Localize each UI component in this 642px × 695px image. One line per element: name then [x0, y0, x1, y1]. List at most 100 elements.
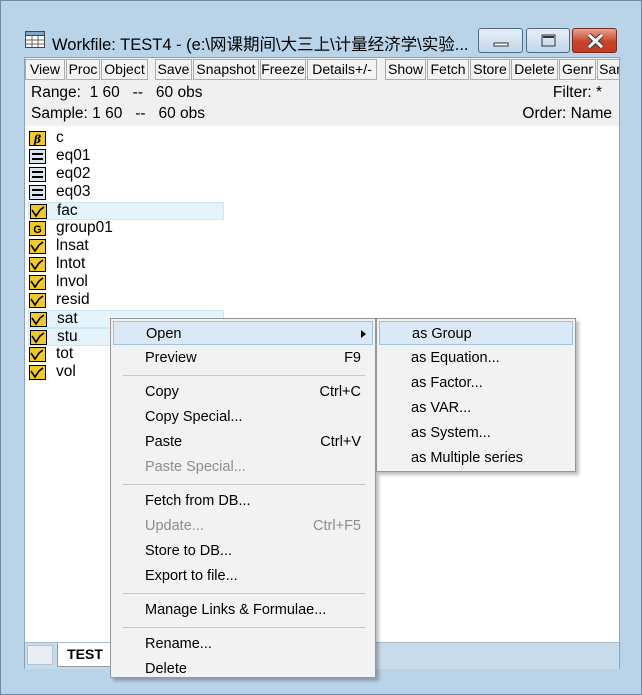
series-icon [29, 275, 46, 290]
menu-item-label: as Group [412, 326, 472, 342]
menu-item-label: as Equation... [411, 350, 500, 366]
submenu-item-as-var[interactable]: as VAR... [379, 396, 573, 420]
menu-item-label: Copy Special... [145, 409, 243, 425]
svg-text:β: β [33, 133, 42, 146]
maximize-button[interactable] [526, 28, 570, 53]
object-name: fac [57, 202, 78, 219]
menu-item-label: Fetch from DB... [145, 493, 251, 509]
range-text: Range: 1 60 -- 60 obs [31, 84, 203, 101]
submenu-item-as-system[interactable]: as System... [379, 421, 573, 445]
menu-item-update: Update... Ctrl+F5 [113, 514, 373, 538]
sample-text: Sample: 1 60 -- 60 obs [31, 105, 206, 122]
menu-item-copy-special[interactable]: Copy Special... [113, 405, 373, 429]
menu-item-label: Paste Special... [145, 459, 246, 475]
menu-item-label: as System... [411, 425, 491, 441]
menu-item-label: Manage Links & Formulae... [145, 602, 327, 618]
series-icon [30, 330, 47, 345]
title-bar[interactable]: Workfile: TEST4 - (e:\网课期间\大三上\计量经济学\实验.… [1, 1, 641, 54]
menu-item-fetch-from-db[interactable]: Fetch from DB... [113, 489, 373, 513]
menu-item-paste-special: Paste Special... [113, 455, 373, 479]
object-button[interactable]: Object [101, 59, 148, 80]
fetch-button[interactable]: Fetch [427, 59, 469, 80]
series-icon [30, 312, 47, 327]
submenu-item-as-group[interactable]: as Group [379, 321, 573, 345]
tab-scroll-control[interactable] [27, 645, 53, 665]
list-item[interactable]: resid [28, 291, 224, 310]
sample-button[interactable]: Sar [597, 59, 619, 80]
list-item[interactable]: lntot [28, 255, 224, 274]
menu-item-label: Paste [145, 434, 183, 450]
menu-item-paste[interactable]: Paste Ctrl+V [113, 430, 373, 454]
equation-icon [29, 167, 46, 182]
menu-item-open[interactable]: Open [113, 321, 373, 345]
object-name: group01 [56, 219, 113, 236]
list-item[interactable]: Ggroup01 [28, 219, 224, 238]
freeze-button[interactable]: Freeze [260, 59, 306, 80]
minimize-button[interactable] [478, 28, 523, 53]
object-name: vol [56, 363, 76, 380]
menu-item-preview[interactable]: Preview F9 [113, 346, 373, 370]
menu-item-copy[interactable]: Copy Ctrl+C [113, 380, 373, 404]
list-item[interactable]: eq02 [28, 165, 224, 184]
details-button[interactable]: Details+/- [307, 59, 377, 80]
submenu-arrow-icon [361, 330, 366, 338]
menu-item-shortcut: Ctrl+F5 [313, 518, 361, 534]
submenu-item-as-multiple-series[interactable]: as Multiple series [379, 446, 573, 470]
menu-item-shortcut: Ctrl+C [319, 384, 362, 400]
menu-item-label: Open [146, 326, 182, 342]
snapshot-button[interactable]: Snapshot [193, 59, 259, 80]
equation-icon [29, 149, 46, 164]
save-button[interactable]: Save [155, 59, 192, 80]
proc-button[interactable]: Proc [66, 59, 100, 80]
menu-item-store-to-db[interactable]: Store to DB... [113, 539, 373, 563]
list-item[interactable]: eq01 [28, 147, 224, 166]
menu-item-delete[interactable]: Delete [113, 657, 373, 681]
filter-text: Filter: * [552, 84, 602, 101]
object-name: tot [56, 345, 74, 362]
object-name: lntot [56, 255, 86, 272]
series-icon [29, 293, 46, 308]
object-name: c [56, 129, 64, 146]
series-icon [30, 204, 47, 219]
genr-button[interactable]: Genr [559, 59, 596, 80]
toolbar: View Proc Object Save Snapshot Freeze De… [25, 58, 619, 83]
menu-item-label: as VAR... [411, 400, 472, 416]
object-name: stu [57, 328, 78, 345]
menu-item-rename[interactable]: Rename... [113, 632, 373, 656]
order-text: Order: Name [522, 105, 612, 122]
menu-separator [123, 484, 365, 485]
series-icon [29, 347, 46, 362]
list-item[interactable]: lnvol [28, 273, 224, 292]
object-name: eq03 [56, 183, 91, 200]
show-button[interactable]: Show [385, 59, 426, 80]
object-name: lnsat [56, 237, 89, 254]
store-button[interactable]: Store [470, 59, 510, 80]
menu-item-shortcut: Ctrl+V [320, 434, 361, 450]
view-button[interactable]: View [25, 59, 65, 80]
minimize-icon [493, 42, 509, 47]
menu-item-label: Update... [145, 518, 204, 534]
delete-button[interactable]: Delete [511, 59, 558, 80]
submenu-item-as-factor[interactable]: as Factor... [379, 371, 573, 395]
menu-item-manage-links-formulae[interactable]: Manage Links & Formulae... [113, 598, 373, 622]
menu-item-label: Export to file... [145, 568, 238, 584]
maximize-icon [541, 34, 556, 47]
submenu-item-as-equation[interactable]: as Equation... [379, 346, 573, 370]
list-item[interactable]: fac [28, 202, 224, 220]
series-icon [29, 257, 46, 272]
menu-item-label: Delete [145, 661, 187, 677]
svg-text:G: G [33, 224, 42, 236]
list-item[interactable]: eq03 [28, 183, 224, 202]
close-button[interactable] [572, 28, 617, 53]
menu-item-label: as Factor... [411, 375, 483, 391]
series-icon [29, 365, 46, 380]
list-item[interactable]: lnsat [28, 237, 224, 256]
object-name: lnvol [56, 273, 88, 290]
tab-test[interactable]: TEST [57, 643, 113, 667]
context-menu: Open Preview F9 Copy Ctrl+C Copy Special... Pa… [110, 318, 376, 678]
menu-item-shortcut: F9 [344, 350, 361, 366]
menu-item-export-to-file[interactable]: Export to file... [113, 564, 373, 588]
list-item[interactable]: βc [28, 129, 224, 148]
object-name: sat [57, 310, 78, 327]
menu-item-label: Preview [145, 350, 197, 366]
